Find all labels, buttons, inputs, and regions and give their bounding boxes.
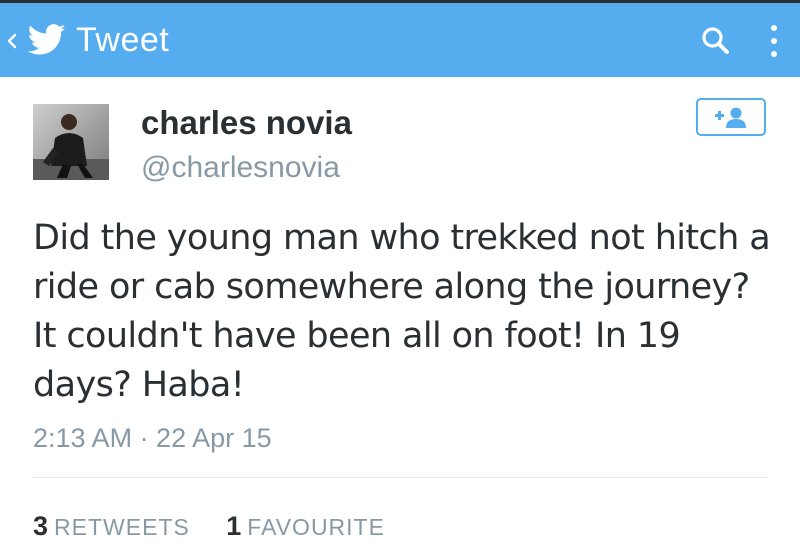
tweet-screen: Tweet charles novia @charlesnovia Did th… <box>0 0 800 546</box>
author-handle[interactable]: @charlesnovia <box>141 148 340 188</box>
favourites-stat[interactable]: 1 FAVOURITE <box>226 506 385 546</box>
favourites-count: 1 <box>226 511 242 541</box>
tweet-stats: 3 RETWEETS 1 FAVOURITE <box>33 506 417 546</box>
divider <box>33 477 767 478</box>
page-title: Tweet <box>76 21 170 59</box>
retweets-stat[interactable]: 3 RETWEETS <box>33 506 190 546</box>
search-icon[interactable] <box>700 25 732 57</box>
author-name[interactable]: charles novia <box>141 103 352 143</box>
avatar-photo <box>33 104 109 180</box>
favourites-label: FAVOURITE <box>247 514 385 540</box>
retweets-label: RETWEETS <box>54 514 190 540</box>
action-bar: Tweet <box>0 3 800 77</box>
chevron-left-icon[interactable] <box>4 23 20 59</box>
twitter-bird-icon[interactable] <box>28 23 66 57</box>
overflow-menu-icon[interactable] <box>762 21 786 61</box>
avatar[interactable] <box>33 104 109 180</box>
add-user-icon <box>715 107 746 128</box>
follow-button[interactable] <box>696 98 766 136</box>
retweets-count: 3 <box>33 511 49 541</box>
tweet-timestamp: 2:13 AM · 22 Apr 15 <box>33 423 272 453</box>
tweet-text: Did the young man who trekked not hitch … <box>33 218 771 405</box>
